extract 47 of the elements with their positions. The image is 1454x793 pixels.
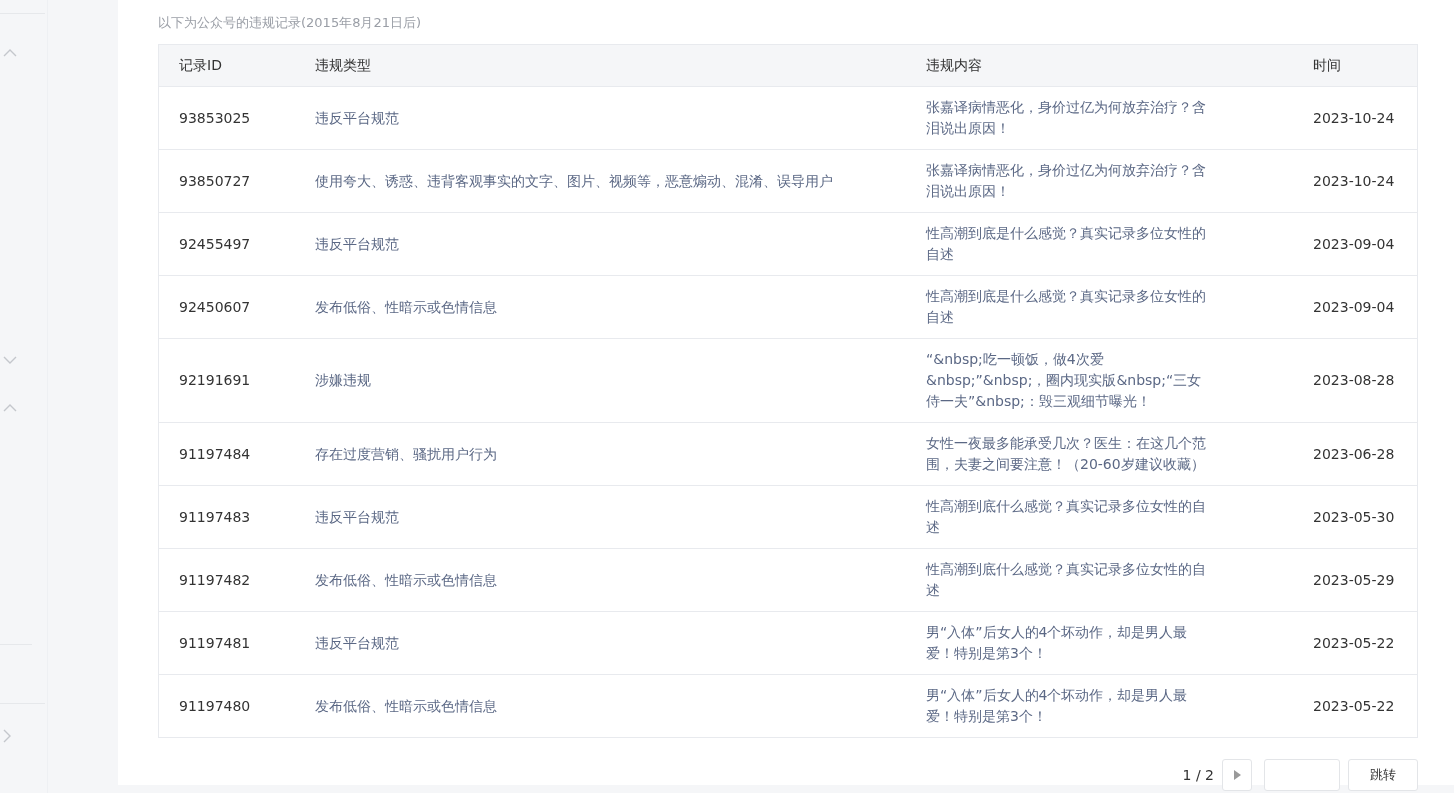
table-cell: 2023-08-28 bbox=[1293, 338, 1418, 423]
section-caption: 以下为公众号的违规记录(2015年8月21日后) bbox=[158, 14, 423, 32]
table-cell: 性高潮到底什么感觉？真实记录多位女性的自述 bbox=[906, 485, 1293, 549]
table-cell: 2023-05-29 bbox=[1293, 548, 1418, 612]
table-cell: 2023-05-30 bbox=[1293, 485, 1418, 549]
page-indicator: 1 / 2 bbox=[1182, 767, 1214, 783]
table-cell: 发布低俗、性暗示或色情信息 bbox=[295, 548, 906, 612]
table-cell: 性高潮到底是什么感觉？真实记录多位女性的自述 bbox=[906, 275, 1293, 339]
table-cell: 92450607 bbox=[158, 275, 295, 339]
table-cell: 91197481 bbox=[158, 611, 295, 675]
table-cell: 存在过度营销、骚扰用户行为 bbox=[295, 422, 906, 486]
table-cell: 93850727 bbox=[158, 149, 295, 213]
table-cell: 2023-09-04 bbox=[1293, 212, 1418, 276]
table-cell: “&nbsp;吃一顿饭，做4次爱&nbsp;”&nbsp;，圈内现实版&nbsp;“三女侍一夫”&nbsp;：毁三观细节曝光！ bbox=[906, 338, 1293, 423]
table-cell: 92455497 bbox=[158, 212, 295, 276]
column-header: 记录ID bbox=[158, 44, 295, 87]
table-cell: 违反平台规范 bbox=[295, 212, 906, 276]
table-cell: 91197480 bbox=[158, 674, 295, 738]
table-cell: 2023-10-24 bbox=[1293, 149, 1418, 213]
table-cell: 使用夸大、诱惑、违背客观事实的文字、图片、视频等，恶意煽动、混淆、误导用户 bbox=[295, 149, 906, 213]
column-header: 时间 bbox=[1293, 44, 1418, 87]
table-cell: 违反平台规范 bbox=[295, 611, 906, 675]
table-cell: 违反平台规范 bbox=[295, 485, 906, 549]
table-cell: 违反平台规范 bbox=[295, 86, 906, 150]
table-cell: 涉嫌违规 bbox=[295, 338, 906, 423]
table-cell: 性高潮到底是什么感觉？真实记录多位女性的自述 bbox=[906, 212, 1293, 276]
table-cell: 91197484 bbox=[158, 422, 295, 486]
table-cell: 张嘉译病情恶化，身价过亿为何放弃治疗？含泪说出原因！ bbox=[906, 86, 1293, 150]
table-cell: 男“入体”后女人的4个坏动作，却是男人最爱！特别是第3个！ bbox=[906, 674, 1293, 738]
jump-button[interactable]: 跳转 bbox=[1348, 759, 1418, 791]
table-cell: 92191691 bbox=[158, 338, 295, 423]
table-cell: 91197482 bbox=[158, 548, 295, 612]
table-cell: 2023-10-24 bbox=[1293, 86, 1418, 150]
table-cell: 2023-05-22 bbox=[1293, 674, 1418, 738]
table-cell: 张嘉译病情恶化，身价过亿为何放弃治疗？含泪说出原因！ bbox=[906, 149, 1293, 213]
table-cell: 男“入体”后女人的4个坏动作，却是男人最爱！特别是第3个！ bbox=[906, 611, 1293, 675]
table-cell: 2023-05-22 bbox=[1293, 611, 1418, 675]
table-cell: 发布低俗、性暗示或色情信息 bbox=[295, 275, 906, 339]
column-header: 违规内容 bbox=[906, 44, 1293, 87]
table-cell: 女性一夜最多能承受几次？医生：在这几个范围，夫妻之间要注意！（20-60岁建议收藏） bbox=[906, 422, 1293, 486]
column-header: 违规类型 bbox=[295, 44, 906, 87]
table-cell: 91197483 bbox=[158, 485, 295, 549]
table-cell: 2023-06-28 bbox=[1293, 422, 1418, 486]
table-cell: 93853025 bbox=[158, 86, 295, 150]
table-cell: 2023-09-04 bbox=[1293, 275, 1418, 339]
table-cell: 性高潮到底什么感觉？真实记录多位女性的自述 bbox=[906, 548, 1293, 612]
table-cell: 发布低俗、性暗示或色情信息 bbox=[295, 674, 906, 738]
